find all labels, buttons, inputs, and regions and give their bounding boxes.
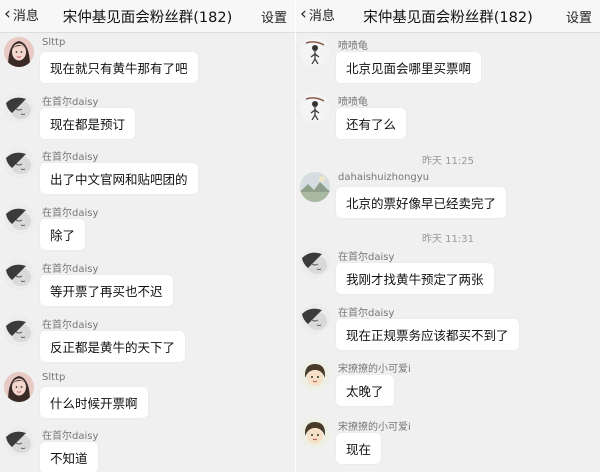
chevron-left-icon: ‹ <box>300 4 307 24</box>
message-bubble[interactable]: 等开票了再买也不迟 <box>40 275 173 306</box>
message-bubble[interactable]: 现在就只有黄牛那有了吧 <box>40 52 198 83</box>
chat-screen-left: ‹ 消息 宋仲基见面会粉丝群(182) 设置 Slttp 现在就只有黄牛那有了吧… <box>0 0 295 472</box>
sender-name: 喷喷龟 <box>338 97 368 108</box>
sender-name: 在首尔daisy <box>42 208 99 219</box>
timestamp-divider: 昨天 11:25 <box>422 156 474 167</box>
message-bubble[interactable]: 我刚才找黄牛预定了两张 <box>336 263 494 294</box>
message-bubble[interactable]: 现在 <box>336 433 382 464</box>
sleeping-face-icon[interactable] <box>4 204 34 234</box>
message-bubble[interactable]: 现在都是预订 <box>40 108 136 139</box>
back-button[interactable]: ‹ 消息 <box>300 4 335 25</box>
sender-name: dahaishuizhongyu <box>338 172 430 183</box>
sleeping-face-icon[interactable] <box>4 260 34 290</box>
sender-name: 在首尔daisy <box>42 152 99 163</box>
sleeping-face-icon[interactable] <box>4 427 34 457</box>
message-bubble[interactable]: 除了 <box>40 219 86 250</box>
message-bubble[interactable]: 什么时候开票啊 <box>40 387 148 418</box>
girl-photo-icon[interactable] <box>4 372 34 402</box>
back-button[interactable]: ‹ 消息 <box>4 4 39 25</box>
cartoon-girl-icon[interactable] <box>300 418 330 448</box>
sender-name: 在首尔daisy <box>42 431 99 442</box>
chat-screen-right: ‹ 消息 宋仲基见面会粉丝群(182) 设置 喷喷龟 北京见面会哪里买票啊 喷喷… <box>296 0 600 472</box>
sleeping-face-icon[interactable] <box>4 93 34 123</box>
back-label: 消息 <box>308 9 335 24</box>
message-bubble[interactable]: 不知道 <box>40 442 98 472</box>
message-bubble[interactable]: 出了中文官网和贴吧团的 <box>40 163 198 194</box>
sender-name: 喷喷龟 <box>338 41 368 52</box>
sender-name: 宋撩撩的小可爱i <box>338 364 411 375</box>
chat-title: 宋仲基见面会粉丝群(182) <box>62 10 233 26</box>
chevron-left-icon: ‹ <box>4 4 11 24</box>
nav-bar: ‹ 消息 宋仲基见面会粉丝群(182) 设置 <box>296 0 600 33</box>
message-bubble[interactable]: 太晚了 <box>336 375 394 406</box>
message-bubble[interactable]: 反正都是黄牛的天下了 <box>40 331 186 362</box>
sender-name: 在首尔daisy <box>338 308 395 319</box>
settings-button[interactable]: 设置 <box>261 7 287 26</box>
nav-bar: ‹ 消息 宋仲基见面会粉丝群(182) 设置 <box>0 0 295 33</box>
chat-title: 宋仲基见面会粉丝群(182) <box>363 10 533 26</box>
sleeping-face-icon[interactable] <box>300 304 330 334</box>
sender-name: 在首尔daisy <box>42 264 99 275</box>
timestamp-divider: 昨天 11:31 <box>422 234 474 245</box>
sender-name: 在首尔daisy <box>42 320 99 331</box>
sender-name: Slttp <box>42 37 66 48</box>
sleeping-face-icon[interactable] <box>300 248 330 278</box>
person-sketch-icon[interactable] <box>300 93 330 123</box>
back-label: 消息 <box>12 9 39 24</box>
sleeping-face-icon[interactable] <box>4 316 34 346</box>
cartoon-girl-icon[interactable] <box>300 360 330 390</box>
girl-photo-icon[interactable] <box>4 37 34 67</box>
sender-name: 在首尔daisy <box>338 252 395 263</box>
screenshot-collage: ‹ 消息 宋仲基见面会粉丝群(182) 设置 Slttp 现在就只有黄牛那有了吧… <box>0 0 600 472</box>
landscape-photo-icon[interactable] <box>300 172 330 202</box>
message-bubble[interactable]: 北京见面会哪里买票啊 <box>336 52 482 83</box>
sender-name: 在首尔daisy <box>42 97 99 108</box>
sleeping-face-icon[interactable] <box>4 148 34 178</box>
sender-name: Slttp <box>42 372 66 383</box>
message-bubble[interactable]: 现在正规票务应该都买不到了 <box>336 319 519 350</box>
sender-name: 宋撩撩的小可爱i <box>338 422 411 433</box>
settings-button[interactable]: 设置 <box>566 7 592 26</box>
person-sketch-icon[interactable] <box>300 37 330 67</box>
message-bubble[interactable]: 北京的票好像早已经卖完了 <box>336 187 507 218</box>
message-bubble[interactable]: 还有了么 <box>336 108 407 139</box>
